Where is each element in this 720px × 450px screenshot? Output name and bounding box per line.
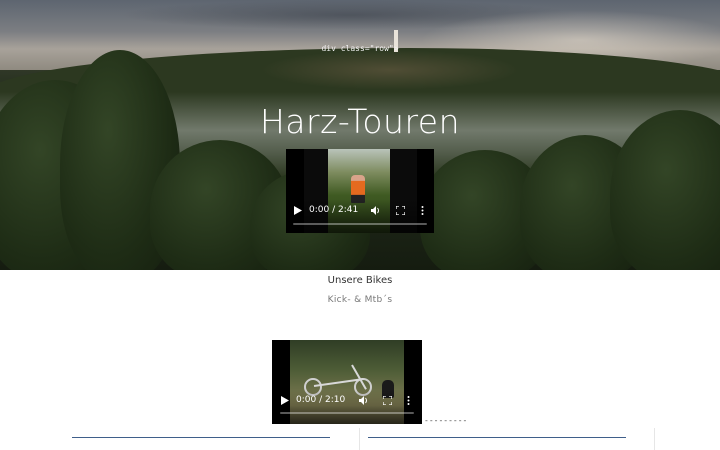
volume-icon[interactable] [371,206,381,215]
video-progress-bar[interactable] [280,412,414,414]
section-subtitle: Kick- & Mtb´s [327,295,393,305]
more-vertical-icon[interactable] [421,206,424,215]
video-progress-bar[interactable] [293,223,427,225]
column-divider-left [72,437,330,438]
video-time: 0:00 / 2:10 [296,395,346,405]
hero-stray-markup-text: div class="row"> [321,44,399,53]
play-icon[interactable] [294,206,302,215]
column-border [359,428,360,450]
fullscreen-icon[interactable] [396,206,405,215]
fullscreen-icon[interactable] [383,396,392,405]
volume-icon[interactable] [359,396,369,405]
column-border [654,428,655,450]
play-icon[interactable] [281,396,289,405]
separator-text: --------- [424,416,468,425]
more-vertical-icon[interactable] [407,396,410,405]
video-controls [272,390,422,424]
video-time: 0:00 / 2:41 [309,205,359,215]
column-divider-right [368,437,626,438]
hero-title: Harz-Touren [259,102,461,141]
video-player-bikes[interactable]: 0:00 / 2:10 [272,340,422,424]
hero-hill-clearing [260,50,520,90]
section-title: Unsere Bikes [327,275,393,286]
video-player-tour[interactable]: 0:00 / 2:41 [286,149,434,233]
